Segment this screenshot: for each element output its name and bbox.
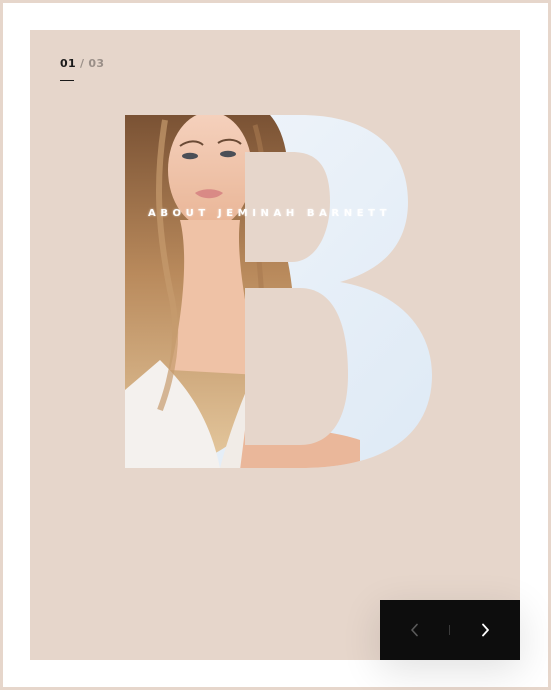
hero-letter-image — [125, 115, 432, 468]
letter-counter-bottom — [245, 288, 348, 445]
next-slide-button[interactable] — [450, 600, 520, 660]
chevron-right-icon — [482, 623, 489, 637]
letter-counter-top — [245, 152, 330, 262]
slider-navigation — [380, 600, 520, 660]
hero-headline: ABOUT JEMINAH BARNETT — [148, 208, 392, 219]
chevron-left-icon — [411, 623, 418, 637]
hero-slide: 01 / 03 ABOUT JEMINAH BARNETT — [30, 30, 520, 660]
previous-slide-button[interactable] — [380, 600, 450, 660]
